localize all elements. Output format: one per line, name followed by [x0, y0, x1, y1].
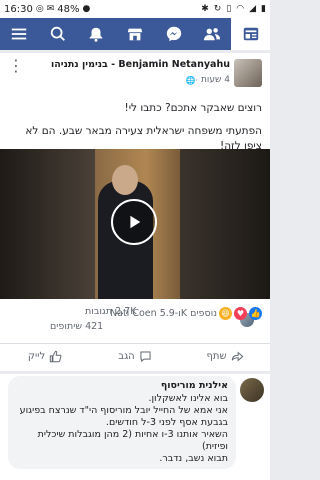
- like-button[interactable]: לייק: [0, 350, 90, 363]
- video-scene-frame: [180, 149, 270, 299]
- messenger-tab[interactable]: [154, 18, 193, 50]
- clock: 16:30: [4, 3, 33, 15]
- love-reaction-icon: ♥: [234, 307, 247, 320]
- like-label: לייק: [27, 351, 46, 362]
- search-icon: [50, 26, 65, 41]
- comment-text-line: אני אמא של החייל יובל מוריסוף הי"ד שנרצח…: [19, 405, 228, 428]
- post-actions: לייק הגב שתף: [0, 343, 270, 369]
- video-scene-head: [112, 165, 138, 195]
- comment-bubble[interactable]: אילנית מוריסוף בוא אלינו לאשקלון. אני אמ…: [8, 376, 236, 469]
- comment-text-line: תבוא נשב, נדבר.: [159, 453, 228, 464]
- messenger-icon: [166, 26, 181, 42]
- reactions-summary-text: Nati Coen ו-5.9K נוספים: [110, 308, 217, 319]
- comment-author[interactable]: אילנית מוריסוף: [16, 380, 228, 392]
- post-video[interactable]: [0, 149, 270, 299]
- video-scene-wall: [0, 149, 95, 299]
- play-button[interactable]: [111, 199, 157, 245]
- comment-button[interactable]: הגב: [90, 350, 180, 363]
- menu-button[interactable]: [0, 18, 39, 50]
- bell-icon: [90, 27, 103, 42]
- bluetooth-icon: ✱: [201, 4, 209, 14]
- post-meta: 4 שעות ·🌐: [186, 75, 231, 85]
- thumbs-up-icon: [49, 350, 62, 363]
- sync-icon: ↻: [213, 4, 222, 14]
- location-icon: ●: [82, 4, 91, 14]
- vibrate-icon: ▯: [226, 4, 232, 14]
- play-icon: [130, 215, 141, 229]
- comment-text-line: השאיר אותנו 3-ו אחיות (2 מהן מוגבלות שיכ…: [37, 429, 228, 452]
- comment-label: הגב: [118, 351, 135, 362]
- marketplace-tab[interactable]: [116, 18, 155, 50]
- whatsapp-icon: ◎: [35, 4, 44, 14]
- share-button[interactable]: שתף: [180, 350, 270, 363]
- news-feed-tab[interactable]: [231, 18, 271, 50]
- reactions-summary[interactable]: Nati Coen ו-5.9K נוספים 😆 ♥ 👍: [110, 307, 262, 320]
- globe-icon: ·🌐: [185, 75, 199, 85]
- haha-reaction-icon: 😆: [219, 307, 232, 320]
- hamburger-menu-icon: [12, 28, 27, 40]
- wifi-icon: ◠: [236, 4, 245, 14]
- notifications-tab[interactable]: [77, 18, 116, 50]
- post-card: Benjamin Netanyahu - בנימין נתניהו 4 שעו…: [0, 53, 270, 371]
- share-label: שתף: [206, 351, 227, 362]
- signal-icon: ◢: [249, 4, 257, 14]
- battery-percent: 48%: [57, 3, 80, 15]
- friends-tab[interactable]: [193, 18, 232, 50]
- news-feed-icon: [243, 27, 258, 41]
- post-header: Benjamin Netanyahu - בנימין נתניהו 4 שעו…: [0, 53, 270, 95]
- battery-icon: ▮: [261, 4, 266, 14]
- post-text-line: רוצים שאבקר אתכם? כתבו לי!: [124, 102, 262, 114]
- post-author[interactable]: Benjamin Netanyahu - בנימין נתניהו: [51, 59, 230, 70]
- status-bar: 16:30 ◎ ✉ 48% ● ✱ ↻ ▯ ◠ ◢ ▮: [0, 0, 270, 18]
- like-reaction-icon: 👍: [249, 307, 262, 320]
- email-icon: ✉: [46, 4, 55, 14]
- commenter-avatar[interactable]: [240, 378, 264, 402]
- post-body: רוצים שאבקר אתכם? כתבו לי! הפתעתי משפחה …: [0, 95, 270, 154]
- comment-item: אילנית מוריסוף בוא אלינו לאשקלון. אני אמ…: [0, 374, 270, 480]
- friends-icon: [204, 28, 221, 41]
- comment-icon: [140, 351, 151, 363]
- search-button[interactable]: [39, 18, 78, 50]
- author-avatar[interactable]: [234, 59, 262, 87]
- shares-count[interactable]: 421 שיתופים: [50, 321, 103, 332]
- share-arrow-icon: [231, 351, 243, 362]
- post-time[interactable]: 4 שעות: [201, 75, 230, 85]
- comment-text-line: בוא אלינו לאשקלון.: [148, 393, 228, 404]
- top-navigation: [0, 18, 271, 50]
- marketplace-icon: [127, 28, 143, 41]
- more-options-icon[interactable]: ⋮: [8, 58, 24, 74]
